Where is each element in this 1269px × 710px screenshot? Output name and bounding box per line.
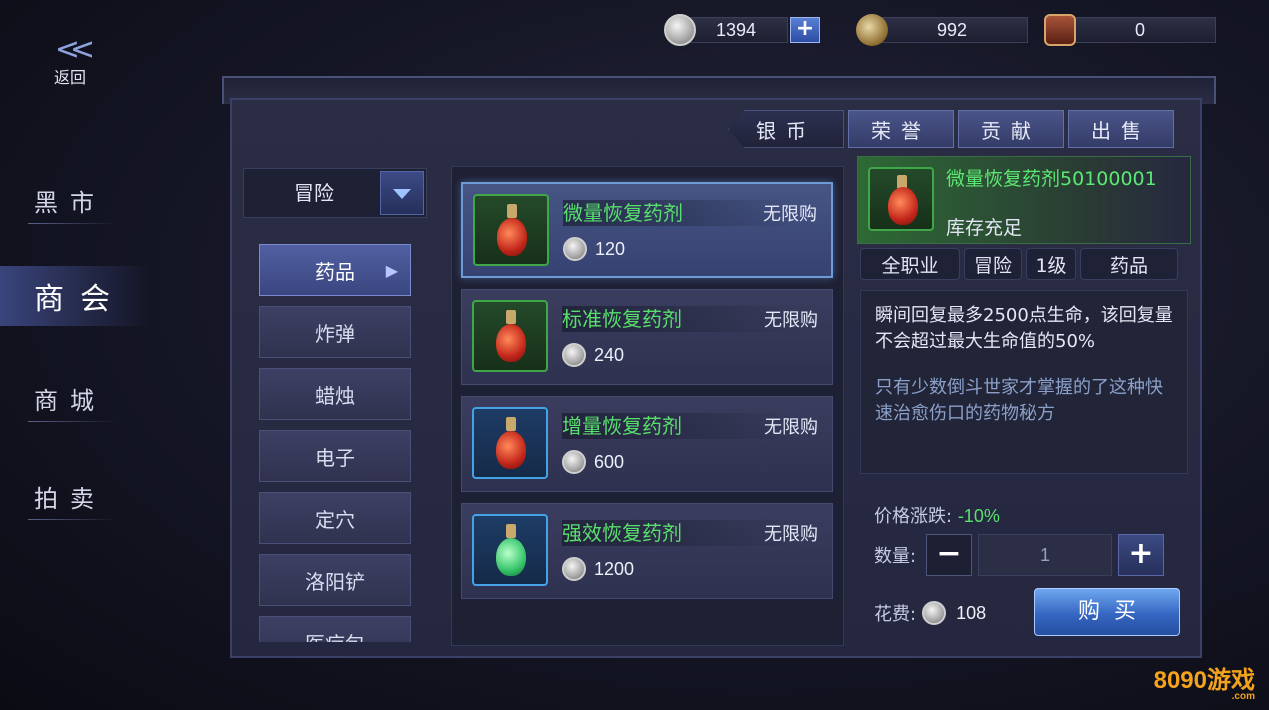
back-label: 返回 (53, 68, 86, 87)
item-description: 瞬间回复最多2500点生命，该回复量不会超过最大生命值的50% 只有少数倒斗世家… (860, 290, 1188, 474)
tag-level: 1级 (1026, 248, 1076, 280)
currency-horn: 992 (856, 14, 1028, 46)
horn-amount: 992 (876, 17, 1028, 43)
item-limit: 无限购 (763, 204, 817, 225)
potion-icon (472, 300, 548, 372)
list-item[interactable]: 强效恢复药剂 无限购 1200 (461, 503, 833, 599)
tag-type: 药品 (1080, 248, 1178, 280)
list-item[interactable]: 标准恢复药剂 无限购 240 (461, 289, 833, 385)
currency-silver: 1394 + (664, 14, 820, 46)
potion-icon (472, 514, 548, 586)
item-limit: 无限购 (764, 310, 818, 331)
subcategory-medkit[interactable]: 医疗包 (259, 616, 411, 642)
subcategory-shovel[interactable]: 洛阳铲 (259, 554, 411, 606)
quantity-label: 数量: (874, 546, 917, 567)
back-button[interactable]: << 返回 (40, 32, 100, 88)
cost-value: 108 (956, 602, 987, 623)
silver-coin-icon (562, 450, 586, 474)
description-effect: 瞬间回复最多2500点生命，该回复量不会超过最大生命值的50% (875, 305, 1173, 352)
silver-coin-icon (562, 343, 586, 367)
logo-text: 8090游戏 (1153, 667, 1255, 694)
contribution-amount: 0 (1064, 17, 1216, 43)
currency-contribution: 0 (1044, 14, 1216, 46)
category-dropdown-label: 冒险 (294, 181, 334, 205)
tab-honor[interactable]: 荣誉 (848, 110, 954, 148)
tab-contribution[interactable]: 贡献 (958, 110, 1064, 148)
nav-mall[interactable]: 商城 (0, 368, 150, 428)
quantity-input[interactable]: 1 (978, 534, 1112, 576)
detail-stock: 库存充足 (946, 217, 1023, 239)
contribution-token-icon (1044, 14, 1076, 46)
nav-label: 商会 (34, 282, 126, 317)
quantity-increase-button[interactable]: + (1118, 534, 1164, 576)
tab-silver[interactable]: 银币 (728, 110, 844, 148)
cost: 花费: 108 (874, 600, 986, 626)
currency-tabs: 银币 荣誉 贡献 出售 (728, 110, 1174, 148)
nav-label: 黑市 (34, 188, 106, 217)
item-price: 120 (563, 236, 625, 262)
back-arrow-icon: << (54, 32, 95, 67)
add-silver-button[interactable]: + (790, 17, 820, 43)
nav-label: 拍卖 (34, 484, 106, 513)
quantity-decrease-button[interactable]: − (926, 534, 972, 576)
detail-item-name: 微量恢复药剂50100001 (946, 168, 1157, 190)
subcategory-electronic[interactable]: 电子 (259, 430, 411, 482)
list-item[interactable]: 增量恢复药剂 无限购 600 (461, 396, 833, 492)
silver-amount: 1394 (684, 17, 788, 43)
item-price-value: 600 (594, 451, 625, 472)
subcategory-locate[interactable]: 定穴 (259, 492, 411, 544)
subcategory-list: 药品 ▶ 炸弹 蜡烛 电子 定穴 洛阳铲 医疗包 (243, 240, 427, 642)
list-item[interactable]: 微量恢复药剂 无限购 120 (461, 182, 833, 278)
nav-black-market[interactable]: 黑市 (0, 170, 150, 230)
silver-coin-icon (562, 557, 586, 581)
subcategory-bomb[interactable]: 炸弹 (259, 306, 411, 358)
chevron-right-icon: ▶ (385, 260, 398, 280)
silver-coin-icon (563, 237, 587, 261)
item-price: 240 (562, 342, 624, 368)
tag-class: 全职业 (860, 248, 960, 280)
item-detail-header: 微量恢复药剂50100001 库存充足 (857, 156, 1191, 244)
item-price: 1200 (562, 556, 634, 582)
item-price-value: 240 (594, 344, 625, 365)
price-change-label: 价格涨跌: (874, 506, 953, 527)
chevron-down-icon[interactable] (380, 171, 424, 215)
site-logo: 8090游戏 .com (1154, 660, 1255, 702)
cost-label: 花费: (874, 604, 917, 625)
item-price-value: 120 (595, 238, 626, 259)
price-change-value: -10% (957, 506, 1000, 526)
item-price-value: 1200 (594, 558, 635, 579)
potion-icon (473, 194, 549, 266)
category-dropdown[interactable]: 冒险 (243, 168, 427, 218)
nav-auction[interactable]: 拍卖 (0, 466, 150, 526)
item-limit: 无限购 (764, 417, 818, 438)
item-price: 600 (562, 449, 624, 475)
buy-button[interactable]: 购买 (1034, 588, 1180, 636)
subcategory-candle[interactable]: 蜡烛 (259, 368, 411, 420)
potion-icon (472, 407, 548, 479)
subcategory-label: 药品 (315, 259, 355, 284)
subcategory-medicine[interactable]: 药品 ▶ (259, 244, 411, 296)
horn-icon (856, 14, 888, 46)
nav-label: 商城 (34, 386, 106, 415)
silver-coin-icon (664, 14, 696, 46)
item-limit: 无限购 (764, 524, 818, 545)
nav-chamber-of-commerce[interactable]: 商会 (0, 266, 150, 326)
tab-sell[interactable]: 出售 (1068, 110, 1174, 148)
description-lore: 只有少数倒斗世家才掌握的了这种快速治愈伤口的药物秘方 (875, 377, 1163, 424)
price-change: 价格涨跌: -10% (874, 502, 1000, 528)
tag-category: 冒险 (964, 248, 1022, 280)
potion-icon (868, 167, 934, 231)
item-tags: 全职业 冒险 1级 药品 (860, 248, 1182, 280)
silver-coin-icon (922, 601, 947, 625)
